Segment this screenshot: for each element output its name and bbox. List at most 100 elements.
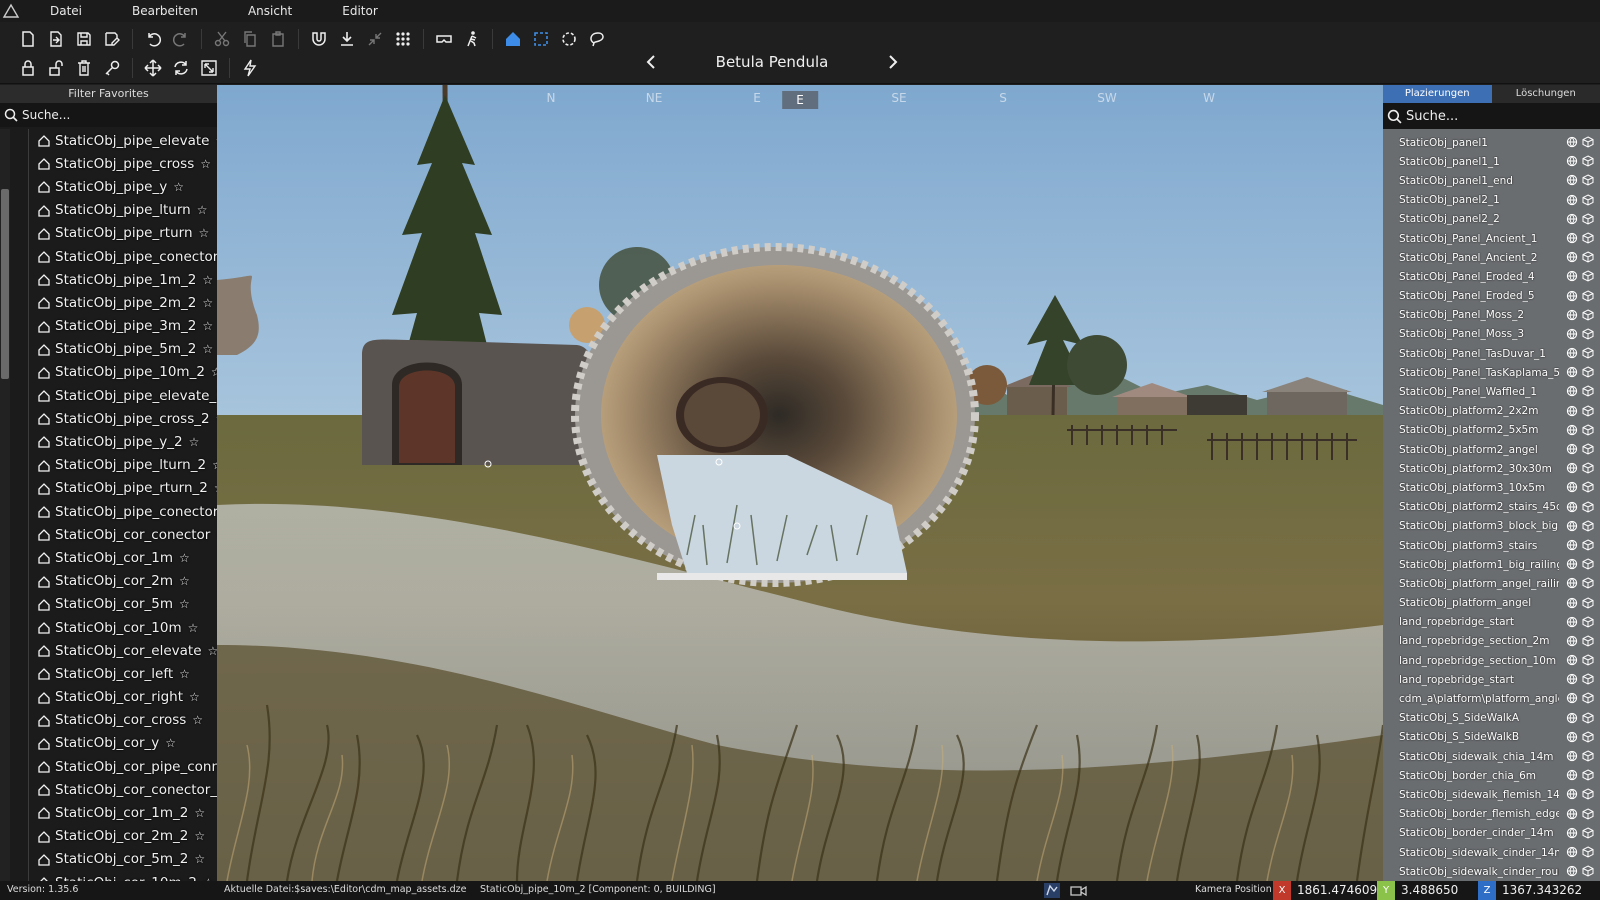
cube-icon[interactable]: [1582, 251, 1594, 263]
trash-icon[interactable]: [70, 55, 98, 81]
favorites-search-field[interactable]: Suche...: [0, 103, 217, 127]
cube-icon[interactable]: [1582, 309, 1594, 321]
globe-icon[interactable]: [1566, 270, 1578, 282]
globe-icon[interactable]: [1566, 750, 1578, 762]
walk-mode-icon[interactable]: [458, 26, 486, 52]
globe-icon[interactable]: [1566, 673, 1578, 685]
globe-icon[interactable]: [1566, 462, 1578, 474]
globe-icon[interactable]: [1566, 846, 1578, 858]
globe-icon[interactable]: [1566, 865, 1578, 877]
cube-icon[interactable]: [1582, 347, 1594, 359]
star-icon[interactable]: ☆: [194, 829, 205, 843]
cube-icon[interactable]: [1582, 385, 1594, 397]
cube-icon[interactable]: [1582, 174, 1594, 186]
globe-icon[interactable]: [1566, 174, 1578, 186]
placement-item[interactable]: StaticObj_Panel_Moss_3: [1383, 325, 1600, 344]
globe-icon[interactable]: [1566, 501, 1578, 513]
cube-icon[interactable]: [1582, 501, 1594, 513]
star-icon[interactable]: ☆: [200, 157, 211, 171]
globe-icon[interactable]: [1566, 635, 1578, 647]
star-icon[interactable]: ☆: [202, 273, 213, 287]
cube-icon[interactable]: [1582, 808, 1594, 820]
home-icon[interactable]: [499, 26, 527, 52]
cube-icon[interactable]: [1582, 194, 1594, 206]
favorite-item[interactable]: StaticObj_cor_2m_2 ☆: [0, 825, 217, 848]
globe-icon[interactable]: [1566, 808, 1578, 820]
cube-icon[interactable]: [1582, 635, 1594, 647]
favorite-item[interactable]: StaticObj_cor_conector ☆: [0, 523, 217, 546]
favorite-item[interactable]: StaticObj_pipe_cross ☆: [0, 152, 217, 175]
camera-icon[interactable]: [1070, 883, 1087, 898]
star-icon[interactable]: ☆: [165, 736, 176, 750]
favorite-item[interactable]: StaticObj_pipe_conector_☆: [0, 500, 217, 523]
favorite-item[interactable]: StaticObj_pipe_1m_2 ☆: [0, 268, 217, 291]
placement-item[interactable]: StaticObj_border_flemish_edge: [1383, 805, 1600, 824]
favorite-item[interactable]: StaticObj_cor_5m_2 ☆: [0, 848, 217, 871]
globe-icon[interactable]: [1566, 558, 1578, 570]
star-icon[interactable]: ☆: [188, 621, 199, 635]
placement-item[interactable]: StaticObj_panel1_1: [1383, 152, 1600, 171]
placement-item[interactable]: StaticObj_Panel_Ancient_2: [1383, 248, 1600, 267]
cube-icon[interactable]: [1582, 692, 1594, 704]
filter-favorites-header[interactable]: Filter Favorites: [0, 85, 217, 103]
placement-item[interactable]: StaticObj_Panel_TasKaplama_5: [1383, 363, 1600, 382]
star-icon[interactable]: ☆: [179, 551, 190, 565]
favorite-item[interactable]: StaticObj_cor_1m ☆: [0, 546, 217, 569]
globe-icon[interactable]: [1566, 769, 1578, 781]
placement-item[interactable]: cdm_a\platform\platform_angle.p3d: [1383, 689, 1600, 708]
3d-viewport[interactable]: N NE E E SE S SW W: [217, 85, 1383, 881]
star-icon[interactable]: ☆: [208, 644, 217, 658]
collapse-icon[interactable]: [361, 26, 389, 52]
favorite-item[interactable]: StaticObj_pipe_y_2 ☆: [0, 430, 217, 453]
grid-icon[interactable]: [389, 26, 417, 52]
cube-icon[interactable]: [1582, 443, 1594, 455]
favorite-item[interactable]: StaticObj_pipe_lturn ☆: [0, 199, 217, 222]
placement-item[interactable]: land_ropebridge_start: [1383, 670, 1600, 689]
favorite-item[interactable]: StaticObj_cor_left ☆: [0, 662, 217, 685]
cube-icon[interactable]: [1582, 539, 1594, 551]
globe-icon[interactable]: [1566, 136, 1578, 148]
star-icon[interactable]: ☆: [214, 481, 217, 495]
cube-icon[interactable]: [1582, 558, 1594, 570]
cube-icon[interactable]: [1582, 270, 1594, 282]
favorite-item[interactable]: StaticObj_cor_pipe_conne☆: [0, 755, 217, 778]
placement-item[interactable]: StaticObj_platform2_2x2m: [1383, 402, 1600, 421]
star-icon[interactable]: ☆: [173, 180, 184, 194]
star-icon[interactable]: ☆: [216, 412, 217, 426]
cube-icon[interactable]: [1582, 289, 1594, 302]
cube-icon[interactable]: [1582, 712, 1594, 724]
cube-icon[interactable]: [1582, 405, 1594, 417]
placement-item[interactable]: StaticObj_platform3_block_big: [1383, 517, 1600, 536]
placement-item[interactable]: StaticObj_sidewalk_cinder_round: [1383, 862, 1600, 881]
favorite-item[interactable]: StaticObj_cor_10m ☆: [0, 616, 217, 639]
cube-icon[interactable]: [1582, 731, 1594, 743]
cube-icon[interactable]: [1582, 769, 1594, 781]
cube-icon[interactable]: [1582, 462, 1594, 474]
cube-icon[interactable]: [1582, 788, 1594, 800]
favorite-item[interactable]: StaticObj_cor_5m ☆: [0, 593, 217, 616]
placement-item[interactable]: StaticObj_Panel_Ancient_1: [1383, 229, 1600, 248]
redo-icon[interactable]: [167, 26, 195, 52]
star-icon[interactable]: ☆: [192, 713, 203, 727]
globe-icon[interactable]: [1566, 539, 1578, 551]
new-file-icon[interactable]: [14, 26, 42, 52]
key-icon[interactable]: [98, 55, 126, 81]
star-icon[interactable]: ☆: [179, 597, 190, 611]
globe-icon[interactable]: [1566, 405, 1578, 417]
unlock-icon[interactable]: [42, 55, 70, 81]
magnet-icon[interactable]: [305, 26, 333, 52]
vr-camera-icon[interactable]: [430, 26, 458, 52]
menu-bearbeiten[interactable]: Bearbeiten: [132, 4, 198, 18]
star-icon[interactable]: ☆: [199, 226, 210, 240]
lightning-icon[interactable]: [236, 55, 264, 81]
cube-icon[interactable]: [1582, 481, 1594, 493]
placement-item[interactable]: StaticObj_platform3_stairs: [1383, 536, 1600, 555]
paste-icon[interactable]: [264, 26, 292, 52]
placement-item[interactable]: StaticObj_border_chia_6m: [1383, 766, 1600, 785]
placement-item[interactable]: StaticObj_platform1_big_railing: [1383, 555, 1600, 574]
menu-editor[interactable]: Editor: [342, 4, 378, 18]
favorite-item[interactable]: StaticObj_cor_right ☆: [0, 686, 217, 709]
cube-icon[interactable]: [1582, 846, 1594, 858]
globe-icon[interactable]: [1566, 232, 1578, 244]
cube-icon[interactable]: [1582, 750, 1594, 762]
